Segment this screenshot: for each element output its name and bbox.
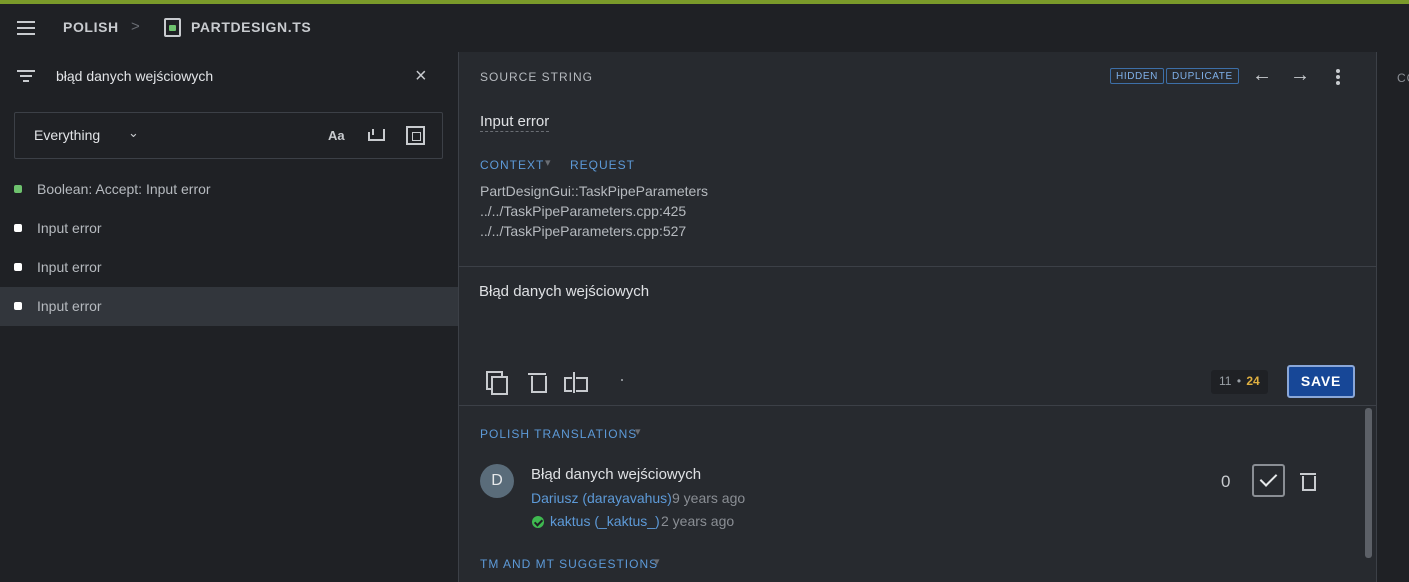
- delete-translation-icon[interactable]: [1300, 472, 1316, 491]
- comments-title[interactable]: COMMENTS: [1397, 71, 1409, 85]
- breadcrumb-separator-icon: >: [131, 18, 140, 35]
- tab-context[interactable]: CONTEXT: [480, 158, 544, 172]
- header: POLISH > PARTDESIGN.TS: [0, 4, 1409, 52]
- chevron-down-icon[interactable]: ⌄: [128, 125, 139, 141]
- vote-count: 0: [1221, 472, 1231, 491]
- char-max: 24: [1246, 374, 1260, 388]
- divider-dot: [621, 379, 623, 381]
- match-case-icon[interactable]: Aa: [328, 128, 345, 143]
- hidden-badge: HIDDEN: [1110, 68, 1164, 84]
- menu-icon[interactable]: [17, 21, 35, 35]
- history-title[interactable]: POLISH TRANSLATIONS: [480, 427, 637, 441]
- context-line: ../../TaskPipeParameters.cpp:527: [480, 223, 687, 239]
- caret-down-icon[interactable]: ▾: [545, 156, 551, 169]
- approve-button[interactable]: [1252, 464, 1285, 497]
- char-count: 11: [1219, 374, 1232, 388]
- status-missing-icon: [14, 302, 22, 310]
- source-string-title: SOURCE STRING: [480, 70, 594, 84]
- entity-list-panel: × Everything ⌄ Aa Boolean: Accept: Input…: [0, 52, 458, 582]
- search-bar: ×: [0, 52, 458, 100]
- arrow-left-icon[interactable]: ←: [1252, 64, 1272, 87]
- translation-textarea[interactable]: [479, 283, 1179, 300]
- more-menu-icon[interactable]: [1336, 69, 1340, 85]
- status-missing-icon: [14, 263, 22, 271]
- file-icon: [164, 18, 181, 37]
- breadcrumb-locale[interactable]: POLISH: [63, 19, 119, 35]
- save-button[interactable]: SAVE: [1287, 365, 1355, 398]
- status-translated-icon: [14, 185, 22, 193]
- approved-check-icon: [532, 516, 544, 528]
- caret-down-icon[interactable]: ▾: [635, 425, 641, 438]
- context-line: ../../TaskPipeParameters.cpp:425: [480, 203, 687, 219]
- editor-panel: SOURCE STRING HIDDEN DUPLICATE ← → Input…: [458, 52, 1377, 582]
- context-line: PartDesignGui::TaskPipeParameters: [480, 183, 708, 199]
- entity-item-active[interactable]: Input error: [0, 287, 458, 326]
- reviewer-user-link[interactable]: kaktus (_kaktus_): [550, 513, 660, 529]
- tm-suggestions-title[interactable]: TM AND MT SUGGESTIONS: [480, 557, 658, 571]
- history-user-link[interactable]: Dariusz (darayavahus): [531, 490, 672, 506]
- history-translation[interactable]: Błąd danych wejściowych: [531, 466, 701, 483]
- entity-text: Boolean: Accept: Input error: [37, 181, 211, 197]
- search-input[interactable]: [56, 66, 396, 86]
- translation-editor: 11 • 24 SAVE: [459, 266, 1377, 406]
- status-missing-icon: [14, 224, 22, 232]
- char-counter: 11 • 24: [1211, 370, 1268, 394]
- counter-separator: •: [1236, 374, 1242, 388]
- entity-item[interactable]: Input error: [0, 248, 458, 287]
- right-panel: COMMENTS: [1376, 52, 1409, 582]
- breadcrumb-file[interactable]: PARTDESIGN.TS: [191, 19, 311, 35]
- trash-icon[interactable]: [528, 371, 548, 393]
- entity-item[interactable]: Boolean: Accept: Input error: [0, 170, 458, 209]
- copy-icon[interactable]: [486, 371, 508, 395]
- search-scope-icon[interactable]: [406, 126, 425, 145]
- entity-text: Input error: [37, 259, 102, 275]
- caret-down-icon[interactable]: ▾: [654, 555, 660, 568]
- history-time: 9 years ago: [672, 490, 746, 506]
- scrollbar[interactable]: [1365, 408, 1372, 558]
- entity-text: Input error: [37, 220, 102, 236]
- source-string: Input error: [480, 113, 550, 132]
- avatar: D: [480, 464, 514, 498]
- arrow-right-icon[interactable]: →: [1290, 64, 1310, 87]
- filter-select[interactable]: Everything: [34, 127, 100, 143]
- text-cursor-icon[interactable]: [564, 371, 588, 393]
- filter-icon[interactable]: [17, 70, 35, 82]
- duplicate-badge: DUPLICATE: [1166, 68, 1239, 84]
- entity-item[interactable]: Input error: [0, 209, 458, 248]
- entity-text: Input error: [37, 298, 102, 314]
- tab-request[interactable]: REQUEST: [570, 158, 635, 172]
- filter-options: Everything ⌄ Aa: [14, 112, 443, 159]
- review-time: 2 years ago: [661, 513, 735, 529]
- match-whitespace-icon[interactable]: [368, 129, 385, 141]
- close-icon[interactable]: ×: [415, 66, 427, 86]
